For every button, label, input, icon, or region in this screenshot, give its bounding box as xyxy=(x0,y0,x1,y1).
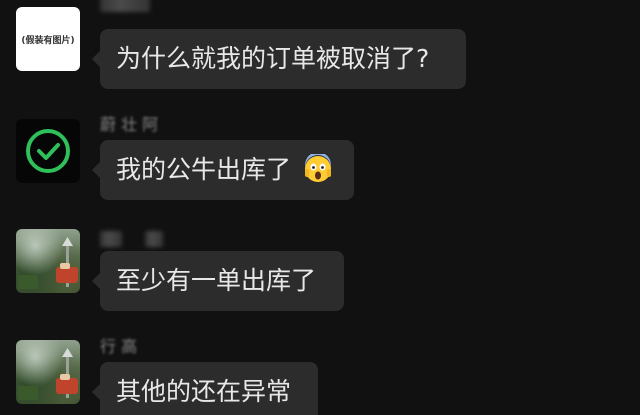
avatar[interactable] xyxy=(16,340,80,404)
chat-message: 行 高 其他的还在异常 xyxy=(0,0,640,415)
message-bubble[interactable]: 其他的还在异常 xyxy=(92,362,318,415)
landscape-photo-icon xyxy=(18,348,78,400)
sender-name-text: 行 高 xyxy=(100,337,138,356)
chat-message-list: (假装有图片) 为什么就我的订单被取消了? 蔚 壮 阿 我的公牛出库了 至少有一… xyxy=(0,0,640,415)
message-text: 其他的还在异常 xyxy=(116,377,292,406)
sender-name: 行 高 xyxy=(100,338,137,356)
